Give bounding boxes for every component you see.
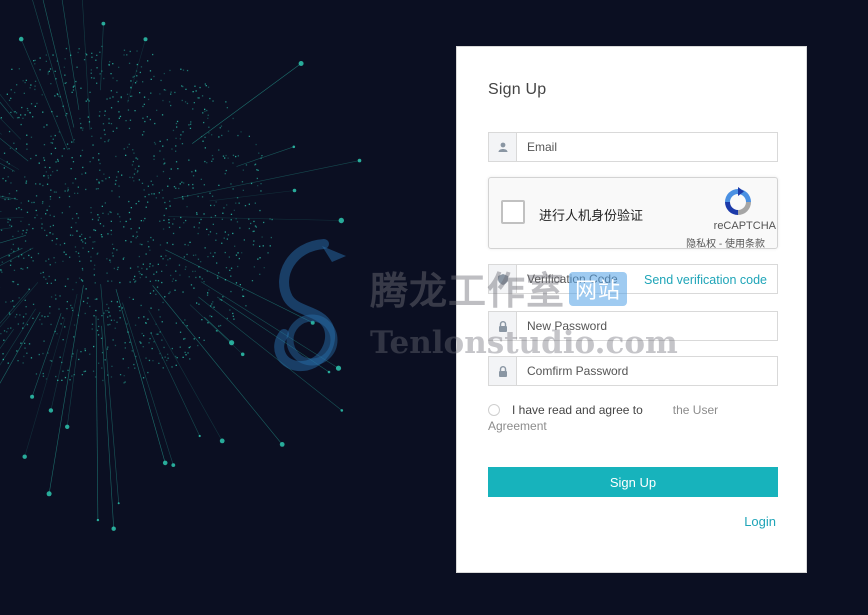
agreement-row: I have read and agree to the User Agreeme… [488, 402, 778, 434]
recaptcha-checkbox[interactable] [501, 200, 525, 224]
lock-icon [489, 357, 517, 385]
watermark-english: Tenlonstudio.com [370, 325, 678, 361]
recaptcha-label: 进行人机身份验证 [539, 208, 644, 223]
agree-radio[interactable] [488, 404, 500, 416]
agree-text: I have read and agree to [512, 403, 643, 417]
sign-up-button[interactable]: Sign Up [488, 467, 778, 497]
recaptcha-logo-icon [725, 187, 751, 215]
page-title: Sign Up [488, 81, 547, 98]
login-link[interactable]: Login [744, 514, 776, 529]
user-agreement-link-continued[interactable]: Agreement [488, 419, 547, 433]
recaptcha-terms-link[interactable]: 隐私权 - 使用条款 [686, 235, 765, 250]
user-icon [489, 133, 517, 161]
recaptcha-brand: reCAPTCHA [713, 220, 776, 232]
watermark-badge: 网站 [569, 272, 628, 306]
globe-dots [0, 45, 273, 384]
email-field[interactable] [488, 132, 778, 162]
user-agreement-link[interactable]: the User [673, 403, 718, 417]
send-verification-code-link[interactable]: Send verification code [644, 273, 767, 287]
watermark-chinese: 腾龙工作室 网站 [370, 260, 628, 315]
email-input[interactable] [517, 133, 777, 161]
watermark-dragon-logo [274, 239, 346, 372]
recaptcha-widget: 进行人机身份验证 reCAPTCHA 隐私权 - 使用条款 [488, 177, 778, 250]
confirm-password-input[interactable] [517, 357, 777, 385]
watermark-chinese-text: 腾龙工作室 [370, 268, 566, 313]
